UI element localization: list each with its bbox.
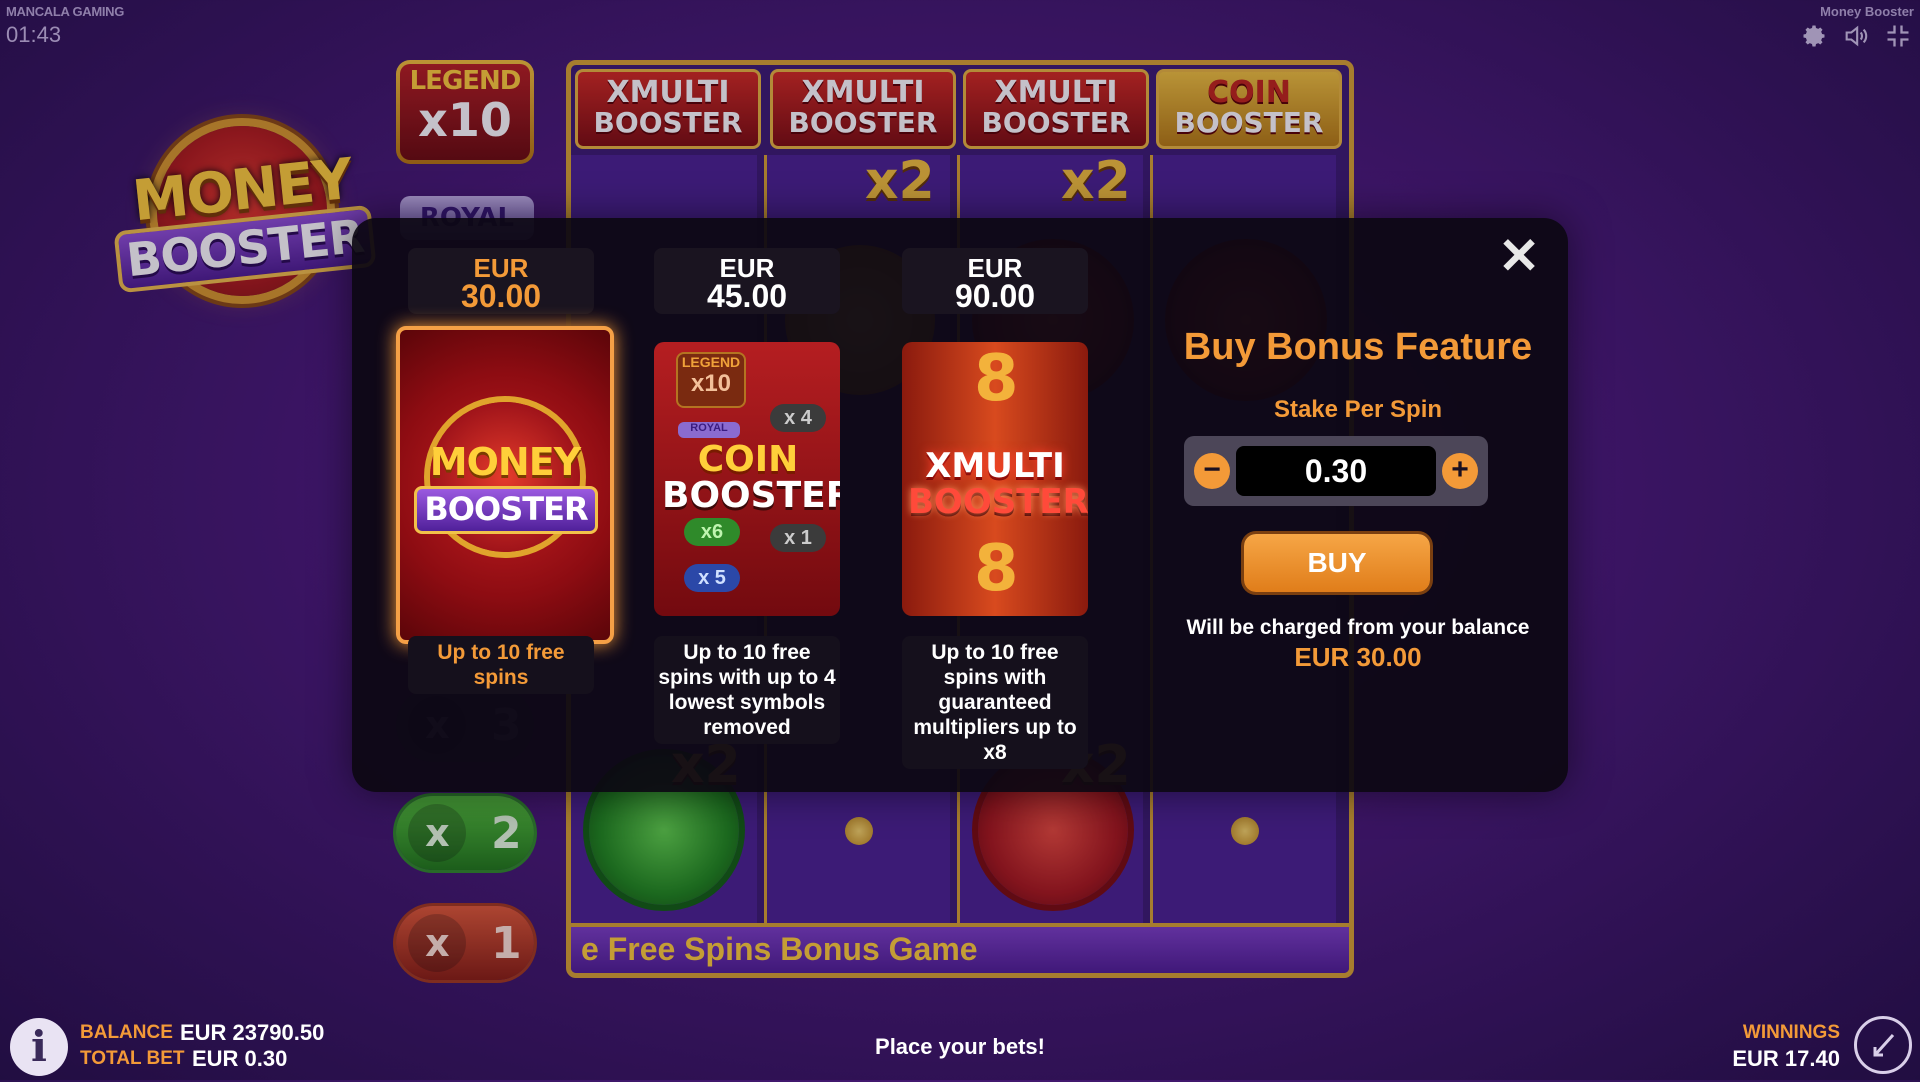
buy-bonus-title: Buy Bonus Feature <box>1183 326 1533 368</box>
card-title: XMULTI BOOSTER <box>908 446 1088 522</box>
card-title-line1: XMULTI <box>925 446 1065 486</box>
option-amount: 30.00 <box>460 278 542 314</box>
option-price: EUR 45.00 <box>654 248 840 314</box>
close-icon[interactable]: ✕ <box>1498 228 1540 284</box>
top-controls <box>1800 22 1912 50</box>
multiplier-pill-x2: x 2 <box>396 796 534 870</box>
balance-label: BALANCE <box>80 1022 173 1043</box>
status-message: Place your bets! <box>875 1034 1045 1059</box>
card-pill: x6 <box>684 518 740 546</box>
card-title-line2: BOOSTER <box>662 475 840 516</box>
autoplay-icon[interactable] <box>1854 1016 1912 1074</box>
reel-header-line2: BOOSTER <box>788 106 938 139</box>
card-legend-badge: LEGEND x10 <box>676 352 746 408</box>
stake-label: Stake Per Spin <box>1273 396 1443 423</box>
card-title: COIN BOOSTER <box>662 439 840 516</box>
gear-icon[interactable] <box>1800 22 1828 50</box>
bonus-banner: e Free Spins Bonus Game <box>571 923 1349 973</box>
winnings-value: EUR 17.40 <box>1732 1046 1840 1071</box>
charge-amount: EUR 30.00 <box>1294 642 1422 672</box>
multiplier-value: 2 <box>491 807 522 859</box>
option-price: EUR 30.00 <box>408 248 594 314</box>
buy-bonus-modal: ✕ EUR 30.00 MONEY BOOSTER Up to 10 free … <box>352 218 1568 792</box>
charge-note: Will be charged from your balance <box>1186 616 1530 639</box>
game-logo: MONEY BOOSTER <box>112 96 377 316</box>
bonus-option-money-booster[interactable]: MONEY BOOSTER <box>396 326 614 644</box>
total-bet-value: EUR 0.30 <box>192 1046 288 1071</box>
reel-header-line2: BOOSTER <box>981 106 1131 139</box>
multiplier-value: 1 <box>491 917 522 969</box>
reel-header-xmulti: XMULTI BOOSTER <box>575 69 761 149</box>
multiplier-pill-x1: x 1 <box>396 906 534 980</box>
total-bet-label: TOTAL BET <box>80 1048 185 1069</box>
reel-header-line1: XMULTI <box>606 75 730 110</box>
info-button[interactable]: i <box>10 1018 68 1076</box>
fullscreen-exit-icon[interactable] <box>1884 22 1912 50</box>
bonus-option-coin-booster[interactable]: LEGEND x10 x 4 ROYAL COIN BOOSTER x6 x 1… <box>654 342 840 616</box>
option-description: Up to 10 free spins with up to 4 lowest … <box>654 636 840 744</box>
increase-stake-button[interactable]: + <box>1442 453 1478 489</box>
card-title-line1: MONEY <box>429 440 581 484</box>
card-title-line1: COIN <box>697 439 799 480</box>
reel-header-line1: XMULTI <box>801 75 925 110</box>
multiplier-x-label: x <box>408 804 467 862</box>
card-royal-badge: ROYAL <box>678 422 740 438</box>
option-description: Up to 10 free spins <box>408 636 594 694</box>
decrease-stake-button[interactable]: − <box>1194 453 1230 489</box>
reel-header-line2: BOOSTER <box>593 106 743 139</box>
reel-header-xmulti: XMULTI BOOSTER <box>770 69 956 149</box>
bonus-option-xmulti-booster[interactable]: 8 8 XMULTI BOOSTER <box>902 342 1088 616</box>
bonus-banner-text: e Free Spins Bonus Game <box>581 931 978 967</box>
game-title: Money Booster <box>1820 4 1914 19</box>
reel-header-xmulti: XMULTI BOOSTER <box>963 69 1149 149</box>
multiplier-x-label: x <box>408 914 467 972</box>
card-pill: x 1 <box>770 524 826 552</box>
reel-header-line2: BOOSTER <box>1174 106 1324 139</box>
card-title-line2: BOOSTER <box>414 486 598 534</box>
reel-header-coin-booster: COIN BOOSTER <box>1156 69 1342 149</box>
reel-header-line1: XMULTI <box>994 75 1118 110</box>
coin-dot <box>845 817 873 845</box>
legend-label: LEGEND <box>409 66 522 96</box>
stake-value: 0.30 <box>1236 446 1436 496</box>
card-pill: x 5 <box>684 564 740 592</box>
option-price: EUR 90.00 <box>902 248 1088 314</box>
card-eight-symbol: 8 <box>974 532 1019 606</box>
multiplier-tag: x2 <box>1061 151 1131 211</box>
option-amount: 45.00 <box>706 278 788 314</box>
buy-button[interactable]: BUY <box>1244 534 1430 592</box>
balance-value: EUR 23790.50 <box>180 1020 325 1045</box>
card-legend-value: x10 <box>690 370 732 397</box>
option-amount: 90.00 <box>954 278 1036 314</box>
winnings-label: WINNINGS <box>1742 1022 1840 1043</box>
reel-header-line1: COIN <box>1207 75 1291 110</box>
card-pill: x 4 <box>770 404 826 432</box>
card-title-line2: BOOSTER <box>908 482 1088 522</box>
card-eight-symbol: 8 <box>974 342 1019 416</box>
legend-multiplier: LEGEND x10 <box>396 60 534 164</box>
speaker-icon[interactable] <box>1842 22 1870 50</box>
coin-dot <box>1231 817 1259 845</box>
stake-stepper: − 0.30 + <box>1184 436 1488 506</box>
legend-value: x10 <box>418 93 512 147</box>
card-legend-label: LEGEND <box>681 354 741 370</box>
option-description: Up to 10 free spins with guaranteed mult… <box>902 636 1088 769</box>
studio-name: MANCALA GAMING <box>6 4 125 19</box>
multiplier-tag: x2 <box>865 151 935 211</box>
clock: 01:43 <box>6 22 62 47</box>
